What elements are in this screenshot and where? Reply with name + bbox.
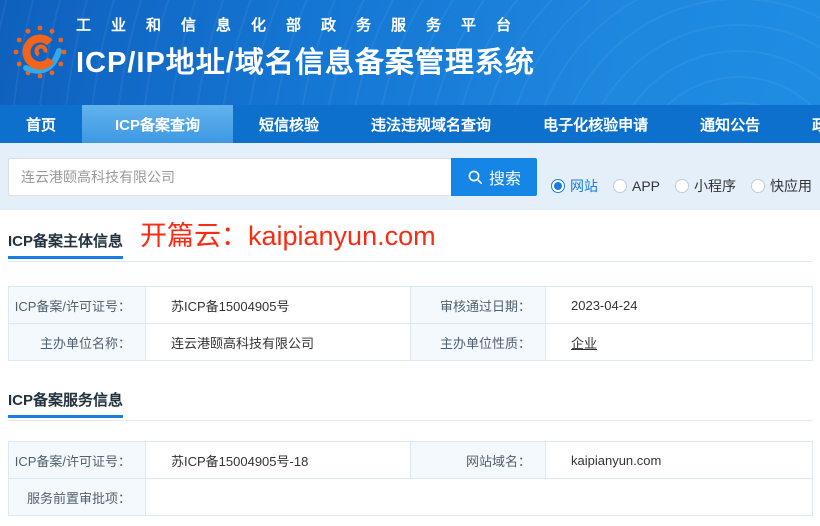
search-button[interactable]: 搜索 (451, 158, 537, 196)
main-nav: 首页 ICP备案查询 短信核验 违法违规域名查询 电子化核验申请 通知公告 政策… (0, 105, 820, 143)
radio-dot-icon (551, 179, 565, 193)
search-strip: 搜索 网站 APP 小程序 快应用 (0, 143, 820, 210)
table-row: 服务前置审批项： (9, 479, 813, 516)
radio-website[interactable]: 网站 (551, 176, 598, 196)
nav-item-e-verify-apply[interactable]: 电子化核验申请 (517, 105, 674, 143)
nav-item-sms-verify[interactable]: 短信核验 (233, 105, 345, 143)
nav-item-home[interactable]: 首页 (0, 105, 82, 143)
service-icp-license-label: ICP备案/许可证号： (9, 442, 146, 479)
domain-value: kaipianyun.com (546, 442, 813, 479)
table-row: ICP备案/许可证号： 苏ICP备15004905号-18 网站域名： kaip… (9, 442, 813, 479)
organizer-nature-label: 主办单位性质： (411, 324, 546, 361)
search-button-label: 搜索 (489, 165, 521, 189)
table-row: 主办单位名称： 连云港颐高科技有限公司 主办单位性质： 企业 (9, 324, 813, 361)
service-info-table: ICP备案/许可证号： 苏ICP备15004905号-18 网站域名： kaip… (8, 441, 813, 516)
platform-slogan: 工业和信息化部政务服务平台 (76, 14, 535, 35)
miit-logo-icon (12, 24, 68, 80)
approval-date-value: 2023-04-24 (546, 287, 813, 324)
icp-license-value: 苏ICP备15004905号 (146, 287, 411, 324)
radio-dot-icon (613, 179, 627, 193)
site-header: 工业和信息化部政务服务平台 ICP/IP地址/域名信息备案管理系统 (0, 0, 820, 105)
nav-item-policy-files[interactable]: 政策文件 (786, 105, 820, 143)
approval-date-label: 审核通过日期： (411, 287, 546, 324)
radio-quickapp[interactable]: 快应用 (751, 176, 812, 196)
nav-item-icp-query[interactable]: ICP备案查询 (82, 105, 233, 143)
organizer-name-value: 连云港颐高科技有限公司 (146, 324, 411, 361)
pre-approval-label: 服务前置审批项： (9, 479, 146, 516)
nav-item-notices[interactable]: 通知公告 (674, 105, 786, 143)
icp-license-label: ICP备案/许可证号： (9, 287, 146, 324)
search-input[interactable] (8, 158, 451, 196)
subject-info-table: ICP备案/许可证号： 苏ICP备15004905号 审核通过日期： 2023-… (8, 286, 813, 361)
search-type-radio-group: 网站 APP 小程序 快应用 (551, 176, 812, 196)
result-content: 开篇云：kaipianyun.com ICP备案主体信息 ICP备案/许可证号：… (0, 210, 820, 516)
radio-dot-icon (675, 179, 689, 193)
domain-label: 网站域名： (411, 442, 546, 479)
organizer-nature-value[interactable]: 企业 (571, 336, 597, 351)
radio-miniprogram-label: 小程序 (694, 176, 736, 196)
table-row: ICP备案/许可证号： 苏ICP备15004905号 审核通过日期： 2023-… (9, 287, 813, 324)
search-icon (467, 169, 483, 185)
nav-item-illegal-domain-query[interactable]: 违法违规域名查询 (345, 105, 517, 143)
section-divider (8, 261, 812, 262)
watermark-text: 开篇云：kaipianyun.com (140, 214, 436, 253)
pre-approval-value (146, 479, 813, 516)
radio-quickapp-label: 快应用 (770, 176, 812, 196)
radio-dot-icon (751, 179, 765, 193)
radio-website-label: 网站 (570, 176, 598, 196)
service-section-title: ICP备案服务信息 (8, 389, 123, 418)
system-title: ICP/IP地址/域名信息备案管理系统 (76, 39, 535, 81)
section-divider (8, 420, 812, 421)
organizer-name-label: 主办单位名称： (9, 324, 146, 361)
radio-app[interactable]: APP (613, 178, 660, 194)
service-icp-license-value: 苏ICP备15004905号-18 (146, 442, 411, 479)
radio-miniprogram[interactable]: 小程序 (675, 176, 736, 196)
subject-section-title: ICP备案主体信息 (8, 230, 123, 259)
radio-app-label: APP (632, 178, 660, 194)
